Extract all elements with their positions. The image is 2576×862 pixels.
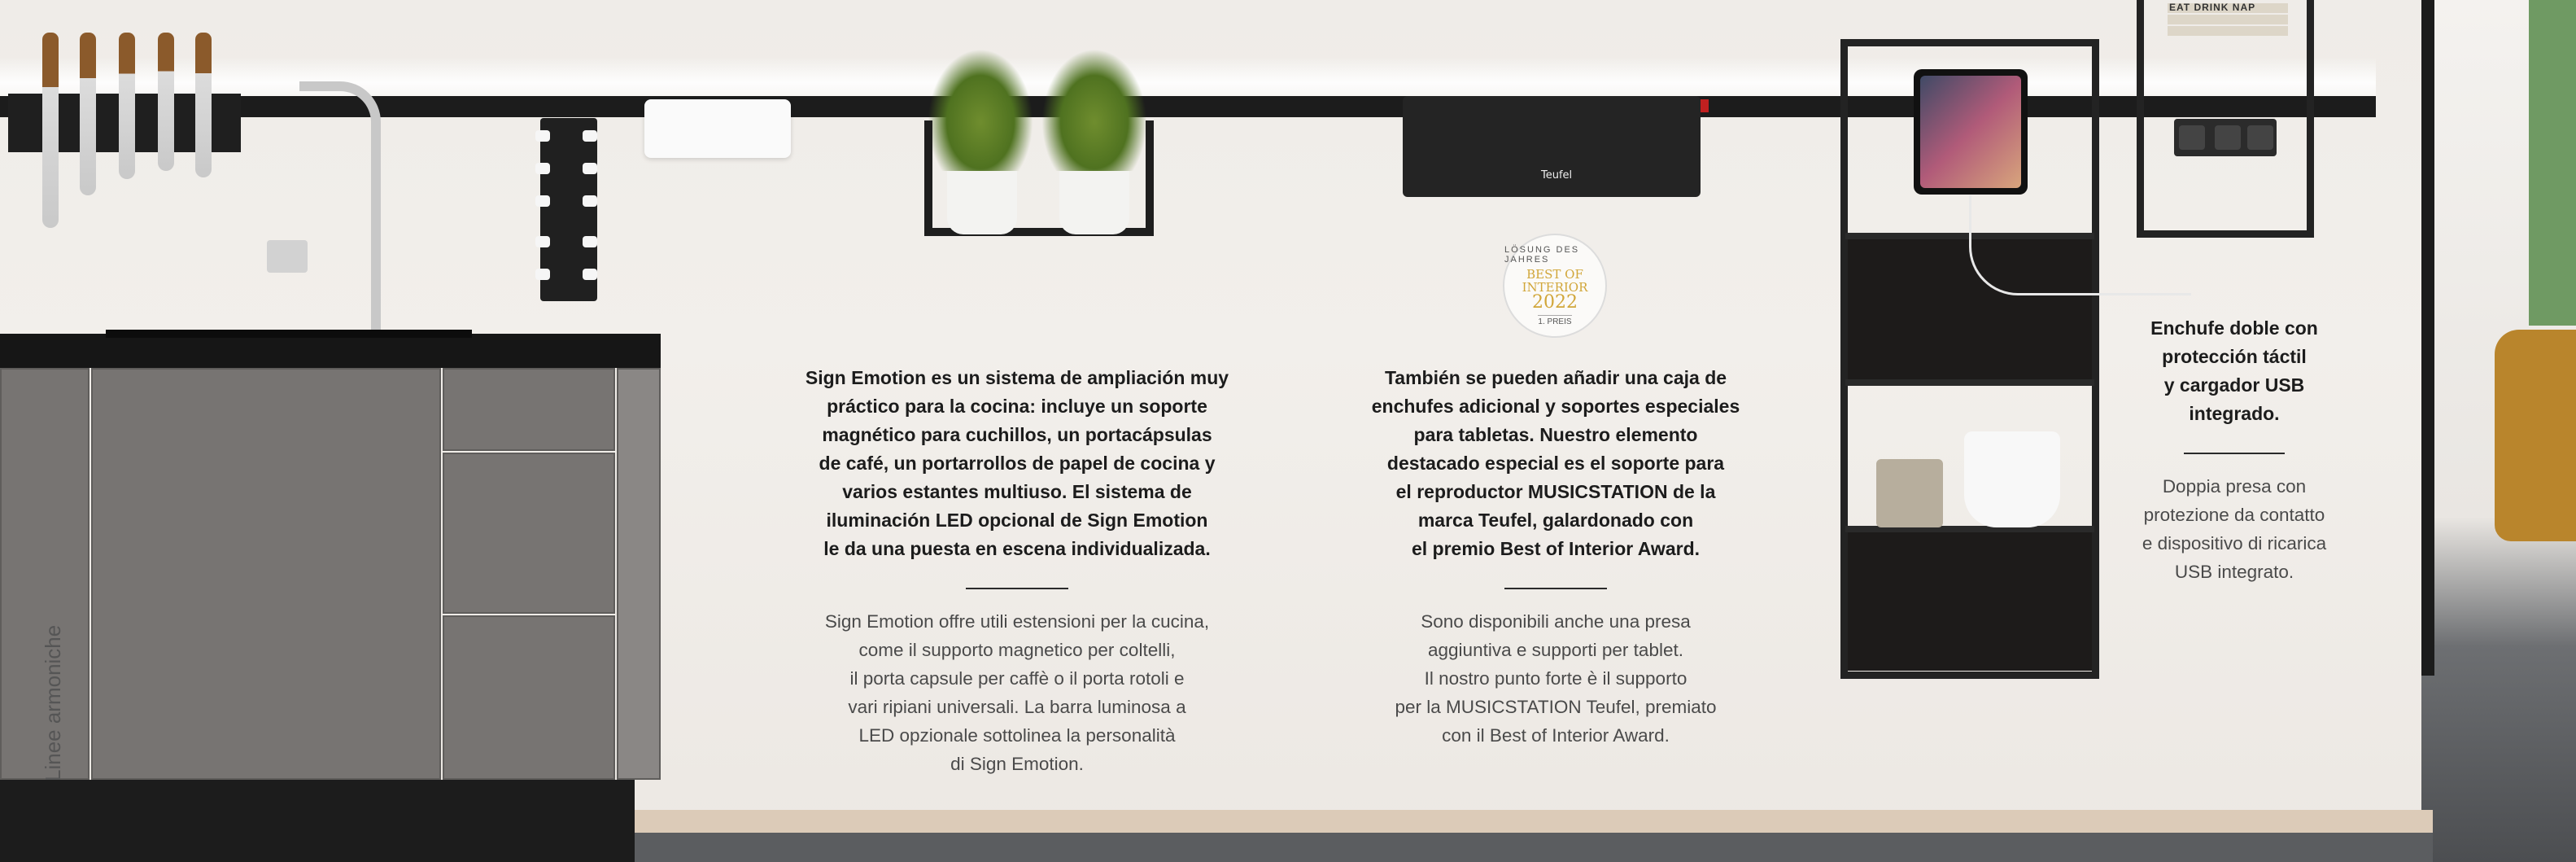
capsule	[535, 195, 550, 207]
text-line: destacado especial es el soporte para	[1386, 453, 1725, 474]
italian-paragraph: Sign Emotion offre utili estensioni per …	[797, 607, 1237, 778]
text-line: el premio Best of Interior Award.	[1411, 538, 1701, 559]
capsule	[583, 130, 597, 142]
knife-icon	[195, 33, 212, 177]
cabinet-side-panel	[617, 368, 661, 780]
door-frame	[2421, 0, 2434, 676]
white-bowls	[1964, 431, 2060, 527]
divider-rule	[966, 588, 1068, 589]
book	[2168, 15, 2288, 24]
knife-icon	[80, 33, 96, 195]
musicstation-speaker	[1403, 96, 1701, 197]
badge-bottom-text: 1. PREIS	[1538, 315, 1572, 326]
text-line: e dispositivo di ricarica	[2142, 533, 2327, 554]
capsule	[535, 269, 550, 280]
badge-top-text: LÖSUNG DES JAHRES	[1504, 245, 1580, 265]
text-line: Doppia presa con	[2162, 476, 2307, 497]
faucet-handle	[267, 240, 308, 273]
badge-main-line1: BEST OF	[1526, 267, 1583, 282]
text-line: práctico para la cocina: incluye un sopo…	[827, 396, 1207, 417]
cabinet-door	[91, 368, 441, 780]
knife-icon	[42, 33, 59, 228]
divider-rule	[2184, 453, 2285, 454]
cabinet-drawer	[443, 615, 615, 780]
text-line: vari ripiani universali. La barra lumino…	[848, 697, 1186, 717]
floor	[635, 833, 2433, 862]
text-line: varios estantes multiuso. El sistema de	[842, 481, 1192, 502]
capsule	[583, 163, 597, 174]
text-line: iluminación LED opcional de Sign Emotion	[826, 510, 1208, 531]
text-line: LED opzionale sottolinea la personalità	[858, 725, 1176, 746]
socket-outlet	[2247, 125, 2273, 150]
text-line: magnético para cuchillos, un portacápsul…	[822, 424, 1212, 445]
italian-paragraph: Doppia presa con protezione da contatto …	[2115, 472, 2353, 586]
text-line: Sign Emotion offre utili estensioni per …	[824, 611, 1210, 632]
text-line: protezione da contatto	[2143, 505, 2325, 525]
socket-outlet	[2215, 125, 2241, 150]
capsule	[583, 195, 597, 207]
award-badge: LÖSUNG DES JAHRES BEST OF INTERIOR 2022 …	[1503, 234, 1607, 338]
text-line: y cargador USB	[2163, 374, 2305, 396]
text-line: per la MUSICSTATION Teufel, premiato	[1395, 697, 1717, 717]
text-line: marca Teufel, galardonado con	[1417, 510, 1694, 531]
text-line: USB integrato.	[2174, 562, 2294, 582]
shelf-board	[1845, 379, 2094, 386]
spanish-paragraph: También se pueden añadir una caja de enc…	[1352, 364, 1759, 563]
cabinet-plinth	[0, 780, 635, 862]
text-line: Enchufe doble con	[2150, 317, 2318, 339]
spanish-paragraph: Sign Emotion es un sistema de ampliación…	[797, 364, 1237, 563]
capsule	[583, 269, 597, 280]
usb-port	[2179, 125, 2205, 150]
sink	[106, 330, 472, 338]
countertop	[0, 334, 661, 368]
speaker-led	[1701, 99, 1709, 112]
cabinet-drawer	[443, 453, 615, 614]
floor-skirting	[635, 810, 2433, 833]
text-line: le da una puesta en escena individualiza…	[823, 538, 1211, 559]
description-block-center: También se pueden añadir una caja de enc…	[1352, 364, 1759, 750]
capsule	[535, 163, 550, 174]
speaker-brand-logo: Teufel	[1541, 169, 1573, 182]
book	[2168, 26, 2288, 36]
capsule	[535, 130, 550, 142]
text-line: enchufes adicional y soportes especiales	[1371, 396, 1740, 417]
tablet-screen	[1920, 76, 2021, 188]
plant-pot	[947, 171, 1017, 234]
window-greenery	[2529, 0, 2576, 326]
text-line: Il nostro punto forte è il supporto	[1424, 668, 1687, 689]
dark-glass-compartment	[1848, 531, 2092, 671]
italian-paragraph: Sono disponibili anche una presa aggiunt…	[1352, 607, 1759, 750]
text-line: con il Best of Interior Award.	[1442, 725, 1670, 746]
text-line: di Sign Emotion.	[950, 754, 1084, 774]
description-block-left: Sign Emotion es un sistema de ampliación…	[797, 364, 1237, 778]
divider-rule	[1504, 588, 1607, 589]
paper-towel-roll	[644, 99, 791, 158]
vertical-section-label: Linee armoniche	[41, 624, 65, 781]
description-block-right: Enchufe doble con protección táctil y ca…	[2115, 314, 2353, 586]
capsule	[535, 236, 550, 247]
kitchen-faucet	[299, 81, 381, 335]
spanish-paragraph: Enchufe doble con protección táctil y ca…	[2115, 314, 2353, 428]
book-title: EAT DRINK NAP	[2169, 2, 2256, 13]
knife-icon	[119, 33, 135, 179]
cabinet-drawer	[443, 368, 615, 451]
text-line: Sono disponibili anche una presa	[1421, 611, 1691, 632]
text-line: aggiuntiva e supporti per tablet.	[1428, 640, 1683, 660]
badge-year: 2022	[1532, 292, 1578, 313]
text-line: para tabletas. Nuestro elemento	[1413, 424, 1698, 445]
armchair	[2495, 330, 2576, 541]
storage-canister	[1876, 459, 1943, 527]
text-line: integrado.	[2189, 403, 2280, 424]
text-line: el reproductor MUSICSTATION de la	[1395, 481, 1716, 502]
capsule	[583, 236, 597, 247]
text-line: Sign Emotion es un sistema de ampliación…	[805, 367, 1229, 388]
knife-icon	[158, 33, 174, 171]
text-line: protección táctil	[2162, 346, 2307, 367]
plant-pot	[1059, 171, 1129, 234]
text-line: come il supporto magnetico per coltelli,	[858, 640, 1176, 660]
text-line: de café, un portarrollos de papel de coc…	[819, 453, 1216, 474]
text-line: También se pueden añadir una caja de	[1384, 367, 1727, 388]
text-line: il porta capsule per caffè o il porta ro…	[849, 668, 1185, 689]
